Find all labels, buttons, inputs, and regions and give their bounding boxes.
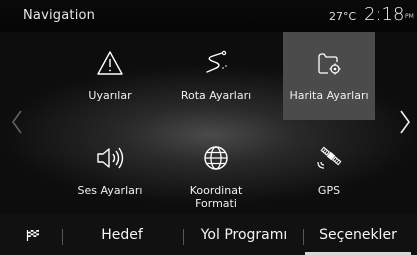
tab-label: Yol Programı bbox=[200, 227, 288, 243]
tab-divider bbox=[62, 229, 63, 245]
menu-item-uyarilar[interactable]: Uyarılar bbox=[64, 32, 156, 120]
chevron-right-icon bbox=[400, 110, 410, 134]
navigation-screen: Navigation 27°C 2:18 PM Uyarılar Rota Ay… bbox=[0, 0, 417, 255]
menu-item-label: Koordinat Formati bbox=[189, 184, 243, 210]
menu-item-ses-ayarlari[interactable]: Ses Ayarları bbox=[64, 127, 156, 215]
globe-icon bbox=[170, 144, 262, 172]
tab-label: Seçenekler bbox=[319, 227, 397, 243]
satellite-icon bbox=[283, 144, 375, 172]
menu-item-label: Harita Ayarları bbox=[289, 89, 369, 102]
tab-secenekler[interactable]: Seçenekler bbox=[305, 215, 411, 255]
status-bar: Navigation 27°C 2:18 PM bbox=[0, 0, 417, 32]
map-settings-icon bbox=[283, 49, 375, 77]
menu-item-koordinat-formati[interactable]: Koordinat Formati bbox=[170, 127, 262, 215]
tab-divider bbox=[303, 229, 304, 245]
route-icon bbox=[170, 49, 262, 77]
tab-label: Hedef bbox=[101, 227, 143, 243]
temperature-readout: 27°C bbox=[329, 10, 357, 23]
menu-item-harita-ayarlari[interactable]: Harita Ayarları bbox=[283, 32, 375, 120]
warning-triangle-icon bbox=[64, 49, 156, 77]
menu-item-gps[interactable]: GPS bbox=[283, 127, 375, 215]
flag-button[interactable] bbox=[14, 215, 52, 255]
menu-item-label: GPS bbox=[317, 184, 341, 197]
menu-item-label: Rota Ayarları bbox=[180, 89, 252, 102]
speaker-icon bbox=[64, 144, 156, 172]
chevron-left-icon bbox=[12, 110, 22, 134]
menu-item-label: Uyarılar bbox=[88, 89, 132, 102]
tab-hedef[interactable]: Hedef bbox=[64, 215, 180, 255]
clock-ampm: PM bbox=[405, 13, 414, 20]
clock-time: 2:18 bbox=[364, 4, 405, 25]
menu-item-rota-ayarlari[interactable]: Rota Ayarları bbox=[170, 32, 262, 120]
menu-item-label: Ses Ayarları bbox=[77, 184, 143, 197]
tab-yol-programi[interactable]: Yol Programı bbox=[185, 215, 303, 255]
page-right-arrow[interactable] bbox=[398, 100, 412, 144]
bottom-nav-bar: Hedef Yol Programı Seçenekler bbox=[0, 215, 417, 255]
finish-flag-icon bbox=[26, 230, 39, 241]
app-title: Navigation bbox=[23, 8, 96, 23]
tab-divider bbox=[183, 229, 184, 245]
page-left-arrow[interactable] bbox=[10, 100, 24, 144]
